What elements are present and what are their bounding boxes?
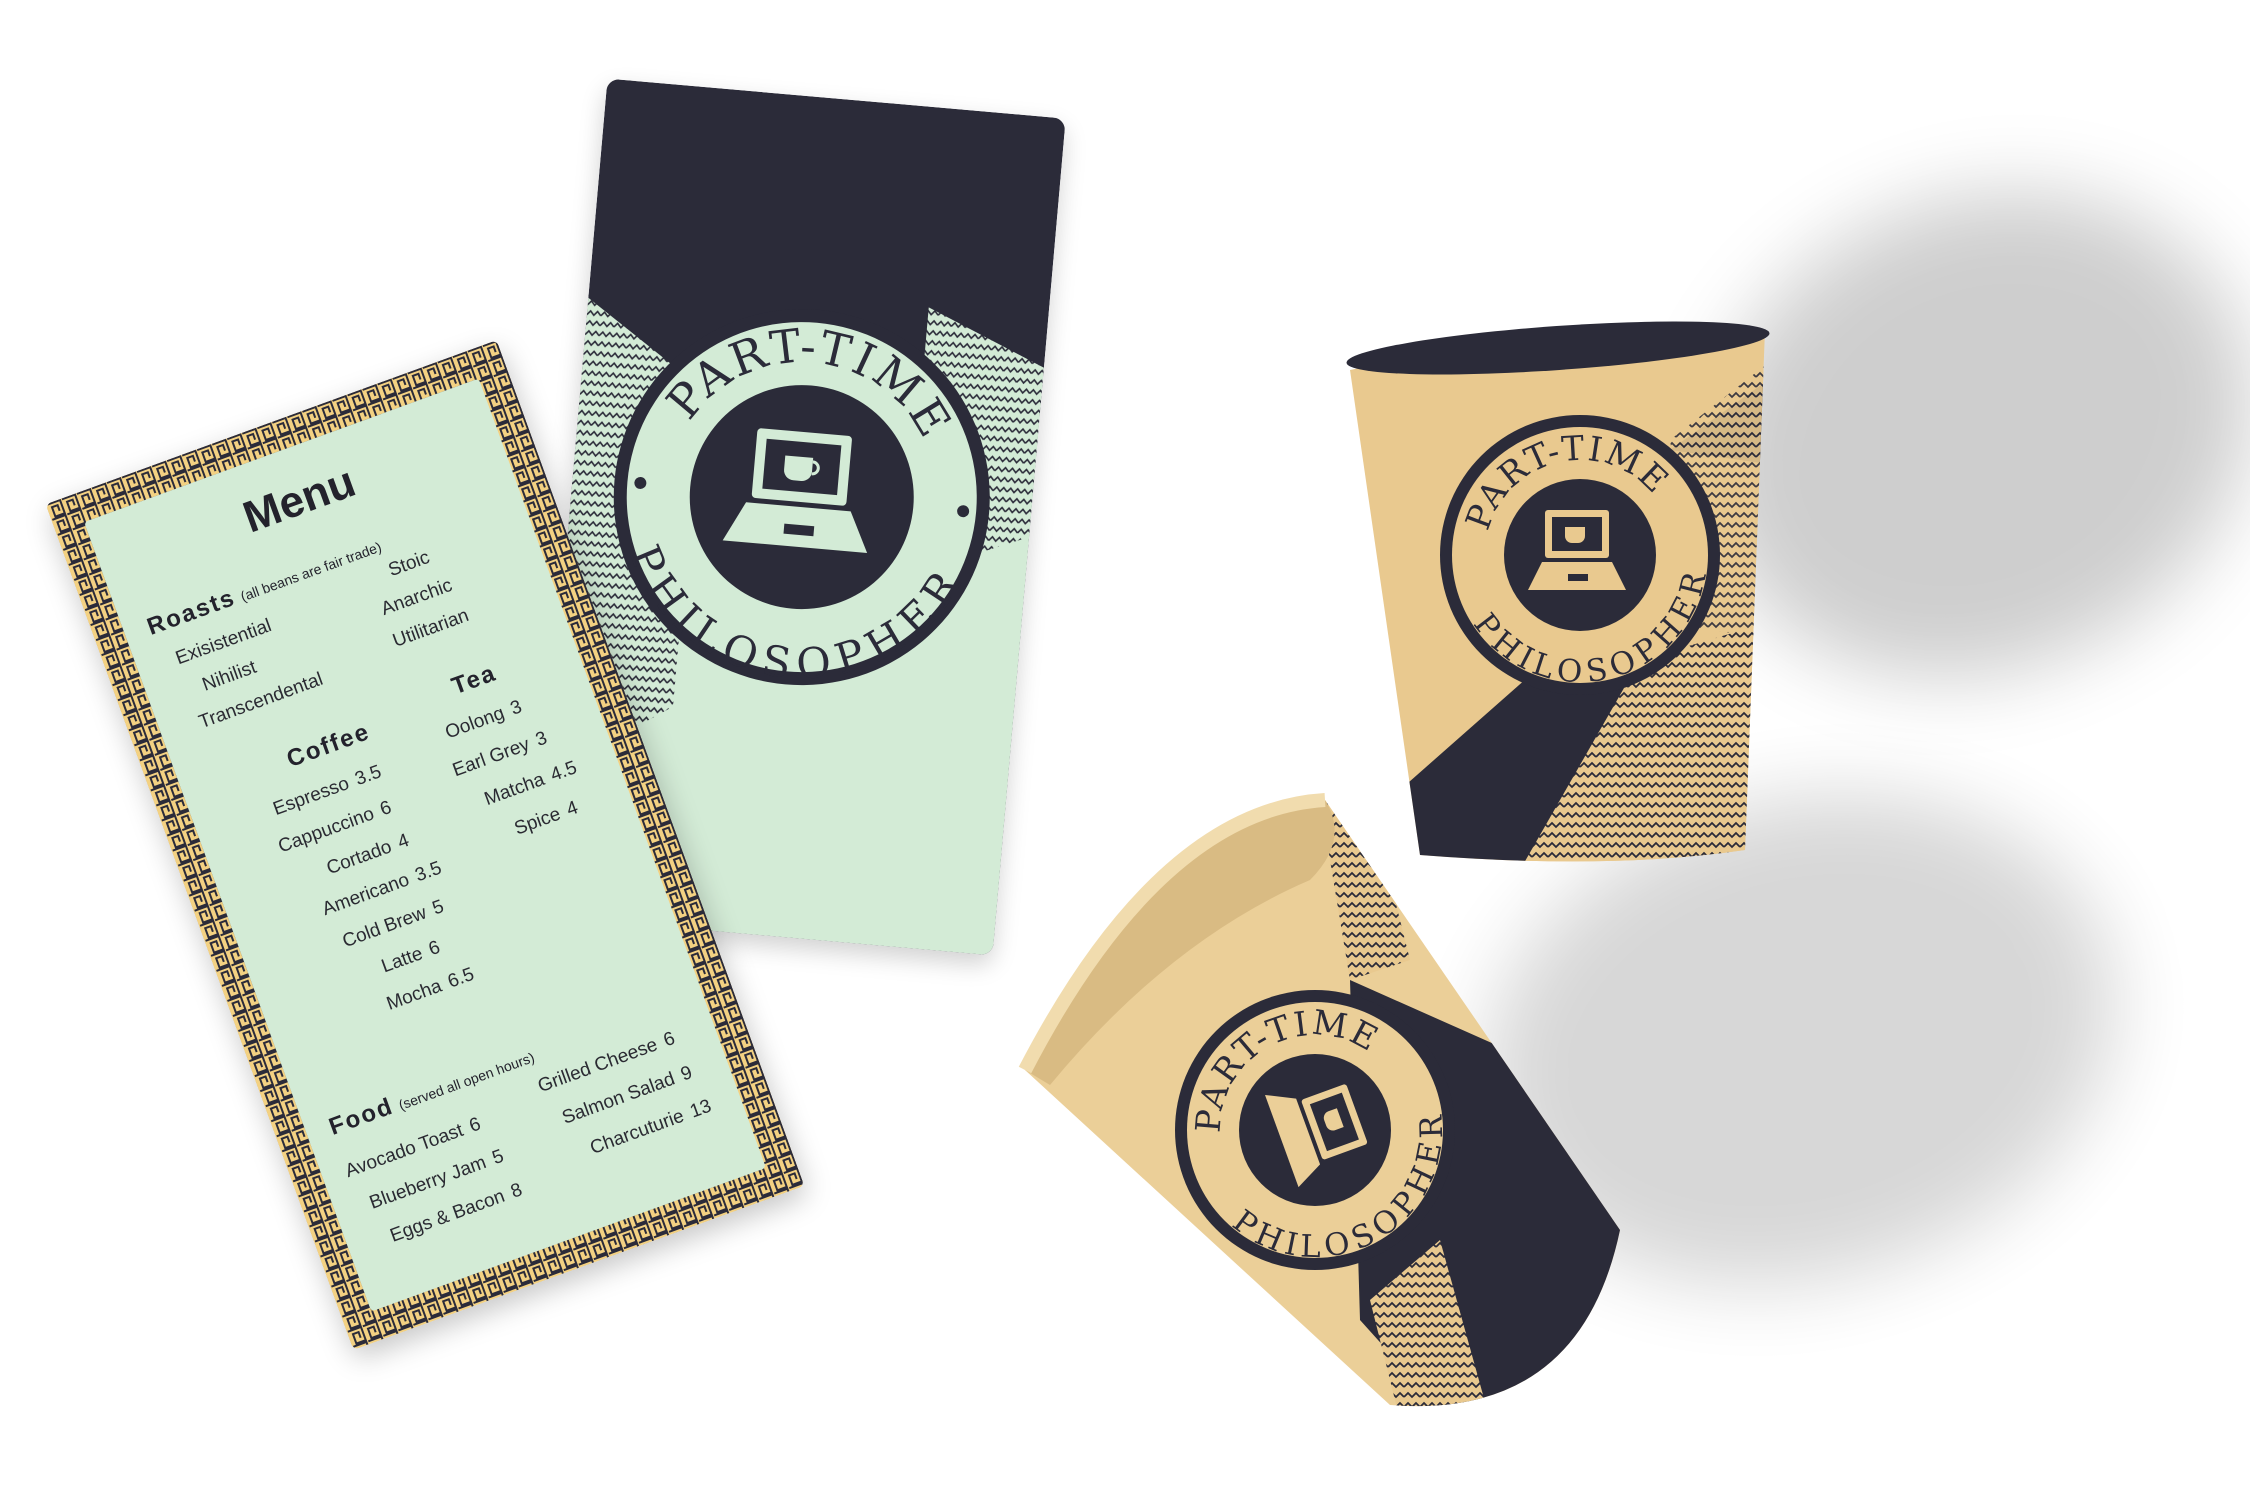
food-heading: Food(served all open hours) (325, 1049, 537, 1141)
coffee-heading: Coffee (283, 718, 374, 774)
cup-tilted-art: PART-TIME PHILOSOPHER (1018, 793, 1620, 1407)
coffee-item: Latte6 (378, 936, 444, 978)
coffee-cup-tilted: PART-TIME PHILOSOPHER (1018, 780, 1720, 1420)
tea-item: Spice4 (511, 797, 581, 840)
scene: PART-TIME PHILOSOPHER Menu Roasts(all be… (0, 0, 2250, 1500)
roast-item: Stoic (385, 546, 433, 582)
roast-item: Nihilist (199, 656, 260, 696)
tea-item: Oolong3 (442, 696, 525, 744)
tea-heading: Tea (448, 659, 501, 701)
